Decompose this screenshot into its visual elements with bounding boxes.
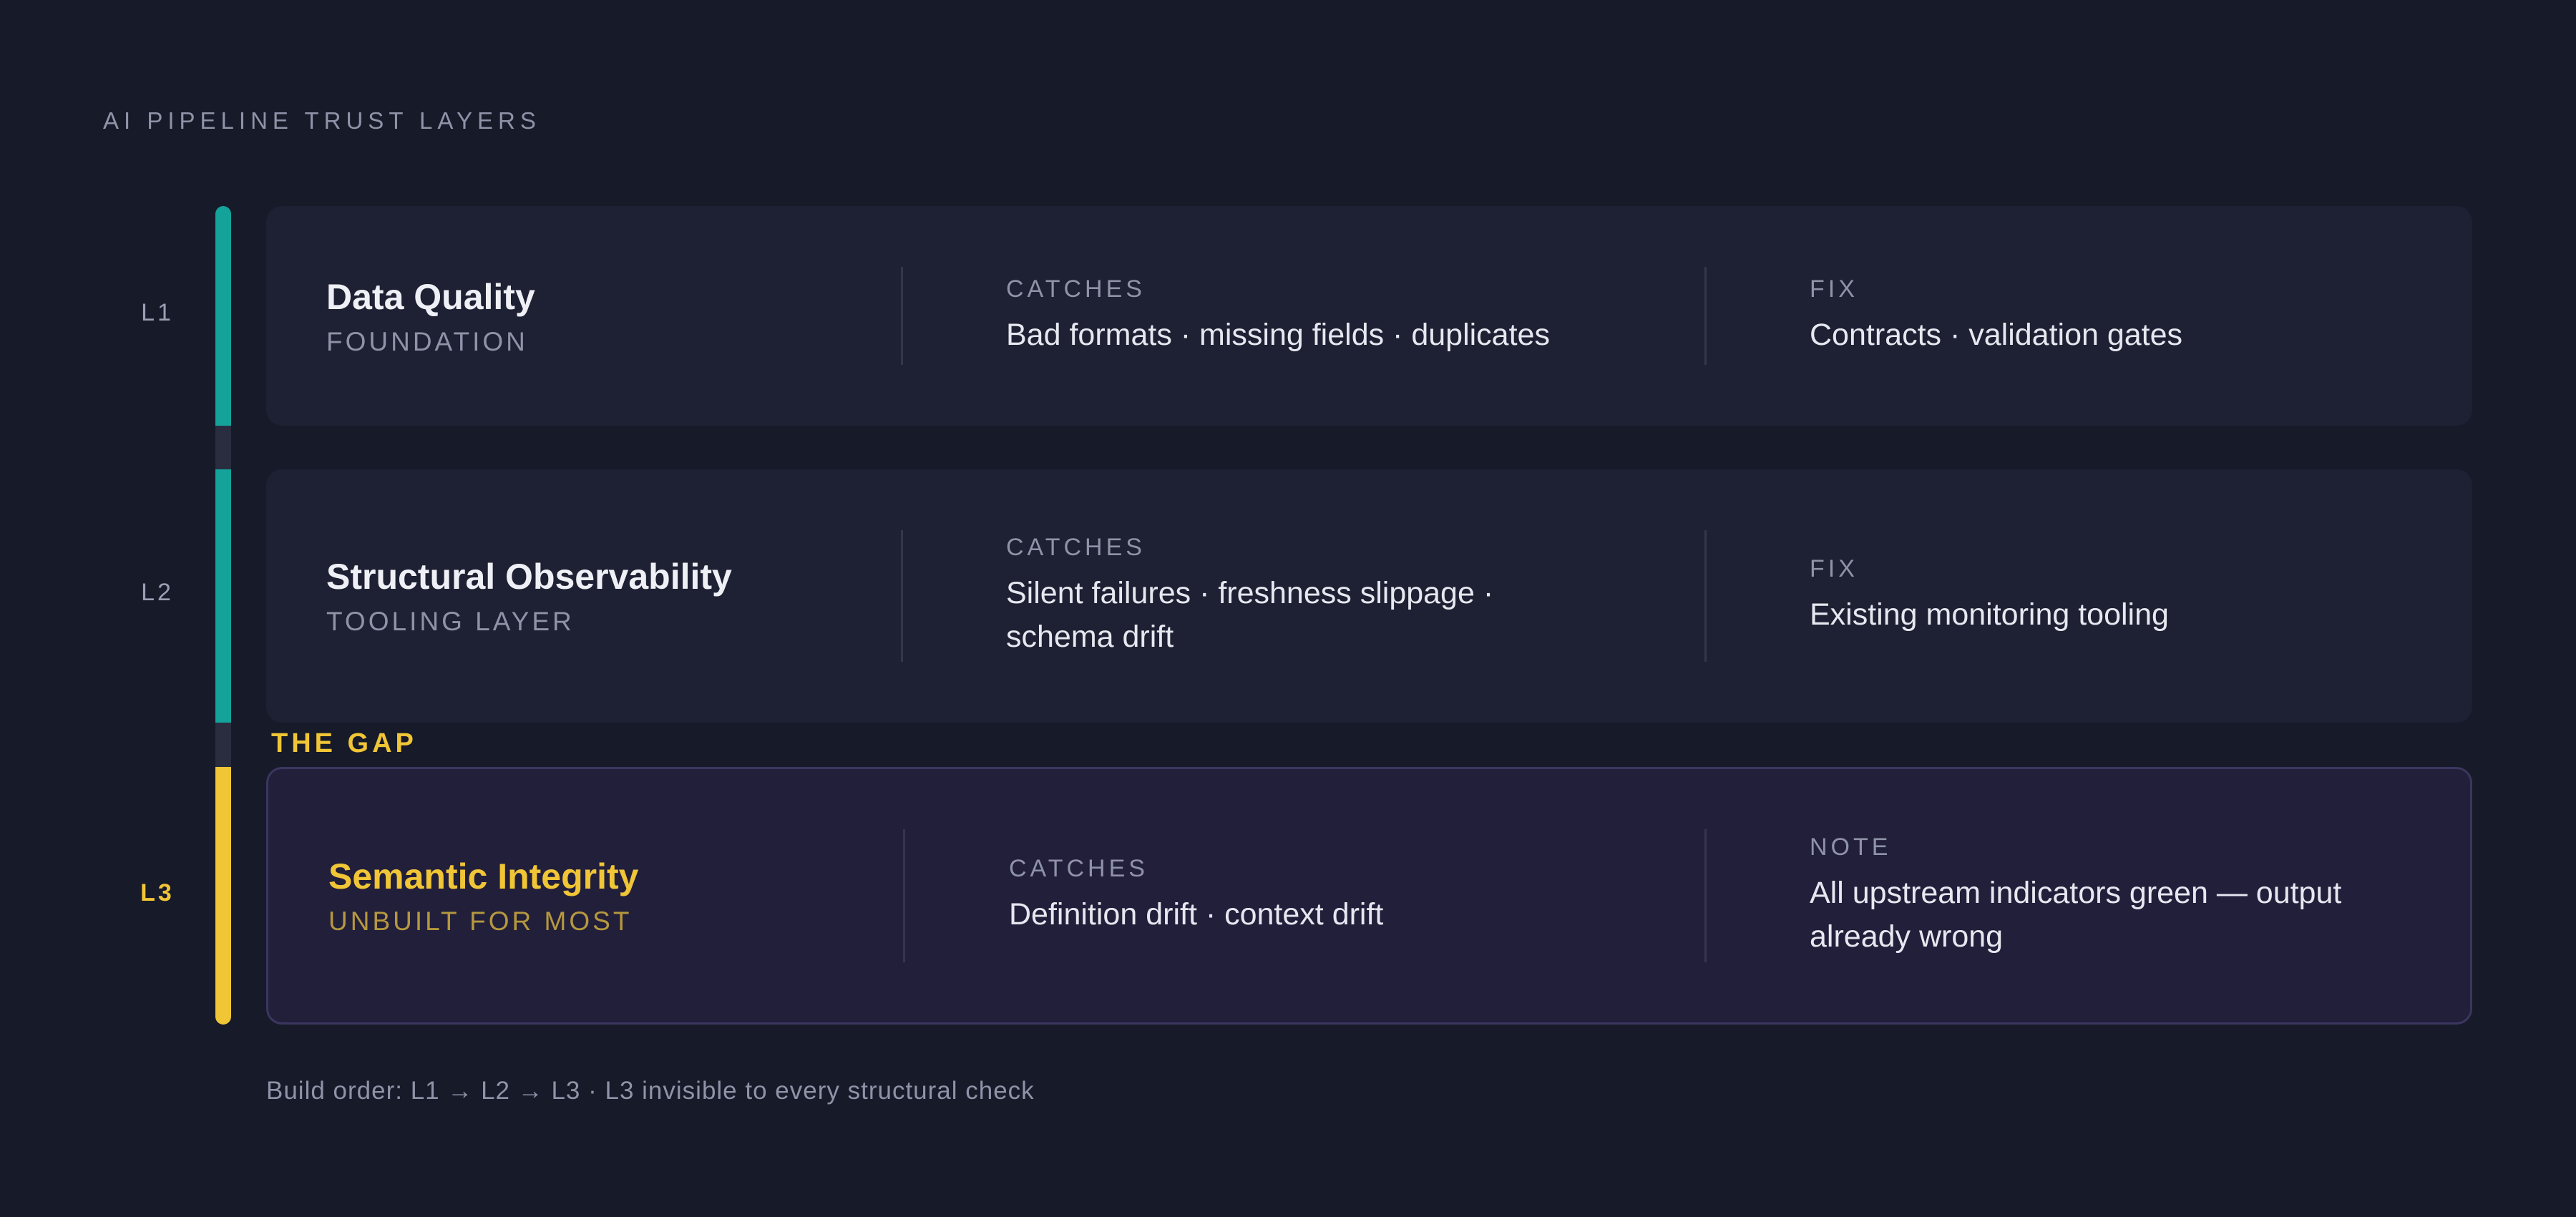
column-divider	[1704, 829, 1707, 962]
layer-name: Data Quality	[326, 276, 535, 317]
note-text: All upstream indicators green — output a…	[1810, 875, 2342, 954]
level-label-l2: L2	[141, 579, 174, 606]
catches-text: Silent failures · freshness slippage · s…	[1006, 575, 1494, 654]
diagram-page: AI PIPELINE TRUST LAYERS L1 L2 L3 Data Q…	[0, 0, 2576, 1217]
catches-text: Definition drift · context drift	[1009, 897, 1384, 932]
note-label: NOTE	[1810, 833, 1892, 861]
column-divider	[1704, 267, 1707, 365]
layer-name-block: Data Quality FOUNDATION	[326, 206, 870, 426]
layer-name-block: Semantic Integrity UNBUILT FOR MOST	[328, 769, 872, 1022]
gap-label: THE GAP	[271, 728, 417, 758]
catches-label: CATCHES	[1009, 855, 1148, 882]
level-label-l1: L1	[141, 299, 174, 326]
catches-text: Bad formats · missing fields · duplicate…	[1006, 317, 1550, 352]
rail-segment-l3	[215, 767, 231, 1025]
layer-subtitle: UNBUILT FOR MOST	[328, 906, 633, 936]
layer-name: Structural Observability	[326, 557, 732, 597]
column-divider	[901, 530, 903, 662]
column-divider	[901, 267, 903, 365]
rail-segment-l2	[215, 469, 231, 723]
catches-label: CATCHES	[1006, 275, 1146, 303]
catches-block: CATCHES Definition drift · context drift	[1009, 769, 1603, 1022]
fix-label: FIX	[1810, 555, 1858, 582]
rail-connector	[215, 426, 231, 469]
rail-segment-l1	[215, 206, 231, 426]
layer-card-l1: Data Quality FOUNDATION CATCHES Bad form…	[266, 206, 2472, 426]
catches-block: CATCHES Silent failures · freshness slip…	[1006, 469, 1600, 723]
note-block: NOTE All upstream indicators green — out…	[1810, 769, 2425, 1022]
column-divider	[903, 829, 905, 962]
fix-text: Existing monitoring tooling	[1810, 597, 2169, 632]
footer-note: Build order: L1 → L2 → L3 · L3 invisible…	[266, 1077, 1035, 1105]
layer-name-block: Structural Observability TOOLING LAYER	[326, 469, 870, 723]
page-title: AI PIPELINE TRUST LAYERS	[103, 107, 541, 134]
rail-connector	[215, 723, 231, 767]
layer-subtitle: TOOLING LAYER	[326, 607, 575, 636]
layer-subtitle: FOUNDATION	[326, 326, 528, 356]
catches-label: CATCHES	[1006, 533, 1146, 561]
layer-name: Semantic Integrity	[328, 856, 639, 896]
fix-text: Contracts · validation gates	[1810, 317, 2183, 352]
column-divider	[1704, 530, 1707, 662]
layer-card-l2: Structural Observability TOOLING LAYER C…	[266, 469, 2472, 723]
layer-card-l3: Semantic Integrity UNBUILT FOR MOST CATC…	[266, 767, 2472, 1025]
catches-block: CATCHES Bad formats · missing fields · d…	[1006, 206, 1600, 426]
fix-label: FIX	[1810, 275, 1858, 303]
fix-block: FIX Contracts · validation gates	[1810, 206, 2425, 426]
fix-block: FIX Existing monitoring tooling	[1810, 469, 2425, 723]
level-label-l3: L3	[140, 879, 175, 906]
